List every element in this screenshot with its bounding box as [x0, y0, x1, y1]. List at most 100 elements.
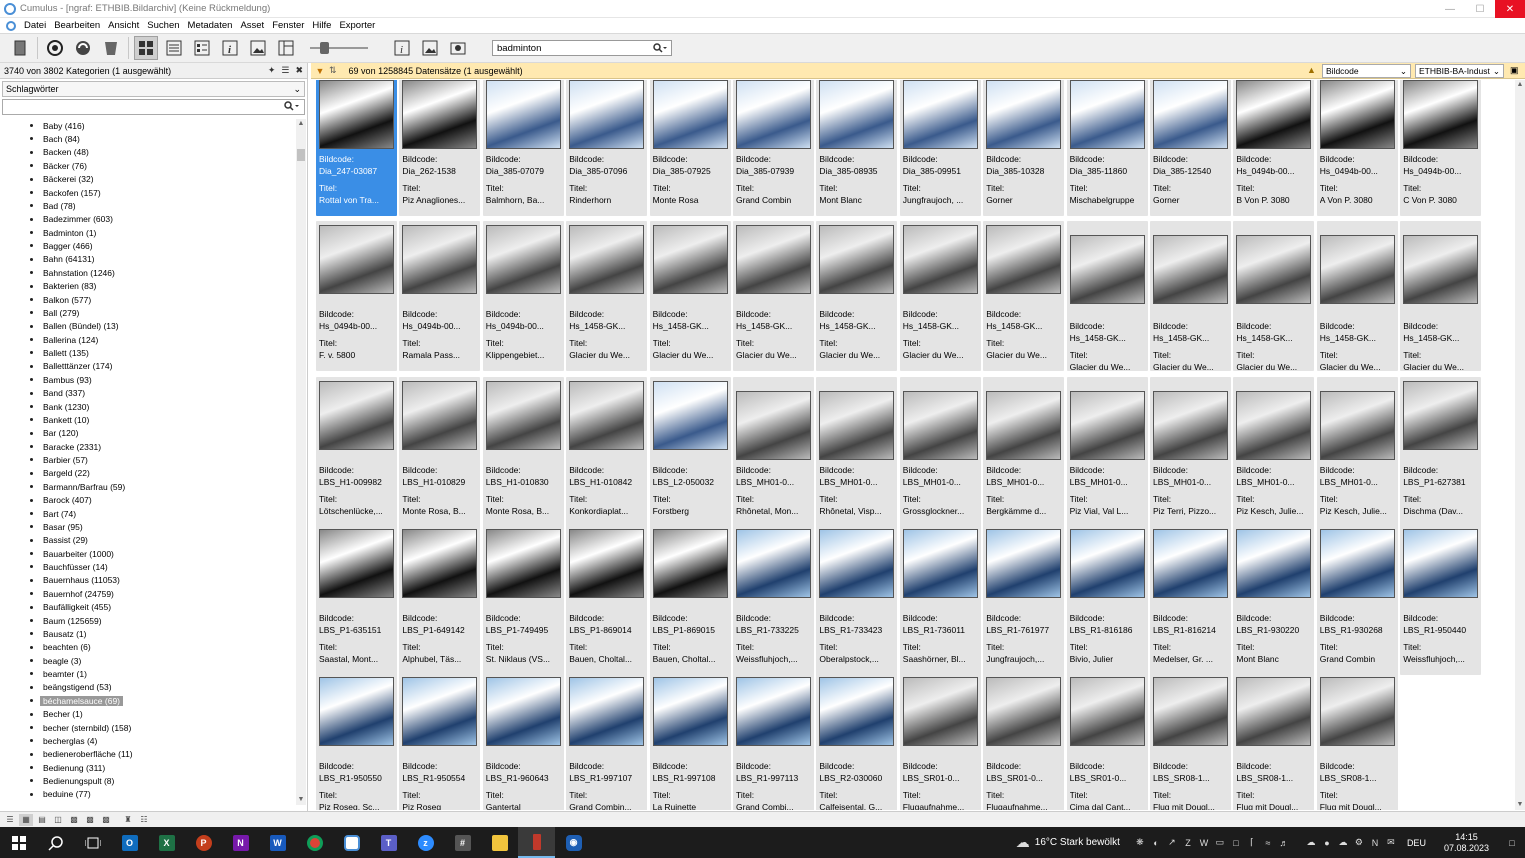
- powerpoint-icon[interactable]: P: [185, 827, 222, 858]
- thumbnail-image[interactable]: [652, 529, 728, 598]
- status-tree-icon[interactable]: ☷: [137, 814, 151, 826]
- thumbnail-cell[interactable]: Bildcode: Dia_385-07079 Titel: Balmhorn, Ba…: [482, 80, 564, 216]
- keyword-item[interactable]: Bauchfüsser (14): [0, 560, 294, 573]
- keyword-item[interactable]: Ballen (Bündel) (13): [0, 320, 294, 333]
- status-basket-icon[interactable]: ♜: [121, 814, 135, 826]
- keyword-item[interactable]: Barock (407): [0, 494, 294, 507]
- refresh-icon[interactable]: [71, 36, 95, 60]
- keyword-item[interactable]: beagle (3): [0, 654, 294, 667]
- keyword-item[interactable]: Bakterien (83): [0, 280, 294, 293]
- notifications-icon[interactable]: □: [1500, 827, 1524, 858]
- thumbnail-cell[interactable]: Bildcode: Dia_385-07939 Titel: Grand Combin: [733, 80, 814, 216]
- security-icon[interactable]: ◉: [555, 827, 592, 858]
- thumbnail-cell[interactable]: Bildcode: Hs_1458-GK... Titel: Glacier du W…: [566, 221, 648, 371]
- catalog-icon[interactable]: [43, 36, 67, 60]
- close-button[interactable]: ✕: [1495, 0, 1525, 18]
- thumbnail-image[interactable]: [1319, 80, 1395, 149]
- onenote-icon[interactable]: N: [222, 827, 259, 858]
- clock[interactable]: 14:15 07.08.2023: [1444, 832, 1489, 854]
- language-indicator[interactable]: DEU: [1407, 838, 1426, 848]
- zoom-icon[interactable]: z: [407, 827, 444, 858]
- keyword-item[interactable]: becherglas (4): [0, 734, 294, 747]
- cumulus-taskbar-icon[interactable]: [333, 827, 370, 858]
- thumbnail-image[interactable]: [1153, 391, 1228, 460]
- thumbnail-cell[interactable]: Bildcode: LBS_P1-627381 Titel: Dischma (Dav…: [1400, 377, 1482, 527]
- thumbnail-image[interactable]: [1069, 391, 1145, 460]
- menu-fenster[interactable]: Fenster: [268, 20, 308, 31]
- chrome-icon[interactable]: [296, 827, 333, 858]
- keyword-item[interactable]: Band (337): [0, 387, 294, 400]
- filter-icon[interactable]: ▼: [311, 66, 329, 76]
- wifi-tray-icon[interactable]: ≈: [1261, 827, 1275, 858]
- thumbnail-cell[interactable]: Bildcode: LBS_SR08-1... Titel: Flug mit Dou…: [1150, 673, 1231, 810]
- thumbnail-cell[interactable]: Bildcode: Dia_385-07925 Titel: Monte Rosa: [649, 80, 731, 216]
- thumbnail-image[interactable]: [1403, 235, 1479, 304]
- thumbnail-image[interactable]: [736, 225, 811, 294]
- thumbnail-image[interactable]: [1319, 677, 1395, 746]
- keyword-item[interactable]: Backofen (157): [0, 186, 294, 199]
- thumbnail-image[interactable]: [652, 381, 728, 450]
- thumbnail-cell[interactable]: Bildcode: LBS_R1-997107 Titel: Grand Combin…: [566, 673, 648, 810]
- thumbnail-cell[interactable]: Bildcode: LBS_MH01-0... Titel: Rhônetal, Vi…: [816, 377, 898, 527]
- thumbnail-cell[interactable]: Bildcode: Hs_1458-GK... Titel: Glacier du W…: [1316, 221, 1398, 371]
- keyword-item[interactable]: beängstigend (53): [0, 681, 294, 694]
- thumbnail-image[interactable]: [819, 80, 895, 149]
- arrow-tray-icon[interactable]: ↗: [1165, 827, 1179, 858]
- thumbnail-cell[interactable]: Bildcode: LBS_H1-010842 Titel: Konkordiapla…: [566, 377, 648, 527]
- keyword-item[interactable]: Bankett (10): [0, 413, 294, 426]
- windows-start-icon[interactable]: [0, 827, 37, 858]
- thumbnail-cell[interactable]: Bildcode: LBS_MH01-0... Titel: Piz Terri, P…: [1150, 377, 1231, 527]
- thumbnail-cell[interactable]: Bildcode: LBS_MH01-0... Titel: Bergkämme d.…: [983, 377, 1065, 527]
- thumbnail-image[interactable]: [569, 529, 645, 598]
- keyword-item[interactable]: Ballerina (124): [0, 333, 294, 346]
- keyword-item[interactable]: bedieneroberfläche (11): [0, 748, 294, 761]
- menu-ansicht[interactable]: Ansicht: [104, 20, 143, 31]
- keyword-item[interactable]: Bahnstation (1246): [0, 266, 294, 279]
- excel-icon[interactable]: X: [148, 827, 185, 858]
- thumbnail-size-slider[interactable]: [310, 38, 368, 58]
- info-icon[interactable]: i: [218, 36, 242, 60]
- keyword-item[interactable]: Bargeld (22): [0, 467, 294, 480]
- thumbnail-cell[interactable]: Bildcode: Dia_385-07096 Titel: Rinderhorn: [566, 80, 648, 216]
- thumbnail-image[interactable]: [485, 225, 561, 294]
- keyword-item[interactable]: Badminton (1): [0, 226, 294, 239]
- thumbnail-cell[interactable]: Bildcode: Hs_0494b-00... Titel: B Von P. 30…: [1233, 80, 1315, 216]
- thumbnail-cell[interactable]: Bildcode: Hs_1458-GK... Titel: Glacier du W…: [1066, 221, 1148, 371]
- calculator-icon[interactable]: #: [444, 827, 481, 858]
- menu-suchen[interactable]: Suchen: [143, 20, 183, 31]
- keyword-item[interactable]: Bäcker (76): [0, 159, 294, 172]
- thumbnail-image[interactable]: [485, 381, 561, 450]
- keyword-item[interactable]: Baracke (2331): [0, 440, 294, 453]
- thumbnail-image[interactable]: [986, 677, 1062, 746]
- scroll-up-arrow[interactable]: ▲: [1515, 80, 1525, 90]
- list-view-icon[interactable]: [162, 36, 186, 60]
- thumbnail-image[interactable]: [902, 529, 978, 598]
- zoom-tray-icon[interactable]: Z: [1181, 827, 1195, 858]
- thumbnail-cell[interactable]: Bildcode: LBS_MH01-0... Titel: Piz Kesch, J…: [1316, 377, 1398, 527]
- thumbnail-cell[interactable]: Bildcode: LBS_R1-816214 Titel: Medelser, Gr…: [1150, 525, 1231, 675]
- keyword-item[interactable]: Bassist (29): [0, 534, 294, 547]
- thumbnail-cell[interactable]: Bildcode: LBS_L2-050032 Titel: Forstberg: [649, 377, 731, 527]
- thumbnail-image[interactable]: [402, 80, 478, 149]
- thumbnail-image[interactable]: [1236, 235, 1312, 304]
- thumbnail-image[interactable]: [1069, 80, 1145, 149]
- thumbnail-cell[interactable]: Bildcode: Hs_1458-GK... Titel: Glacier du W…: [733, 221, 814, 371]
- thumbnail-image[interactable]: [1069, 529, 1145, 598]
- thumbnail-image[interactable]: [1319, 235, 1395, 304]
- info-window-icon[interactable]: i: [390, 36, 414, 60]
- keyword-item[interactable]: Badezimmer (603): [0, 213, 294, 226]
- lock-icon[interactable]: ▲: [1307, 65, 1316, 75]
- thumbnail-cell[interactable]: Bildcode: LBS_SR08-1... Titel: Flug mit Dou…: [1233, 673, 1315, 810]
- keyword-item[interactable]: beachten (6): [0, 641, 294, 654]
- status-grid-icon[interactable]: ▦: [19, 813, 33, 826]
- thumbnail-image[interactable]: [652, 677, 728, 746]
- thumbnail-image[interactable]: [485, 80, 561, 149]
- onenote-tray-icon[interactable]: N: [1368, 827, 1382, 858]
- scroll-up-arrow[interactable]: ▲: [296, 119, 306, 129]
- thumbnail-image[interactable]: [1319, 529, 1395, 598]
- keyword-item[interactable]: Baufälligkeit (455): [0, 601, 294, 614]
- outlook-icon[interactable]: O: [111, 827, 148, 858]
- weather-widget[interactable]: ☁ 16°C Stark bewölkt: [1016, 834, 1120, 851]
- keyword-item[interactable]: Backen (48): [0, 146, 294, 159]
- status-info-icon[interactable]: ▩: [83, 814, 97, 826]
